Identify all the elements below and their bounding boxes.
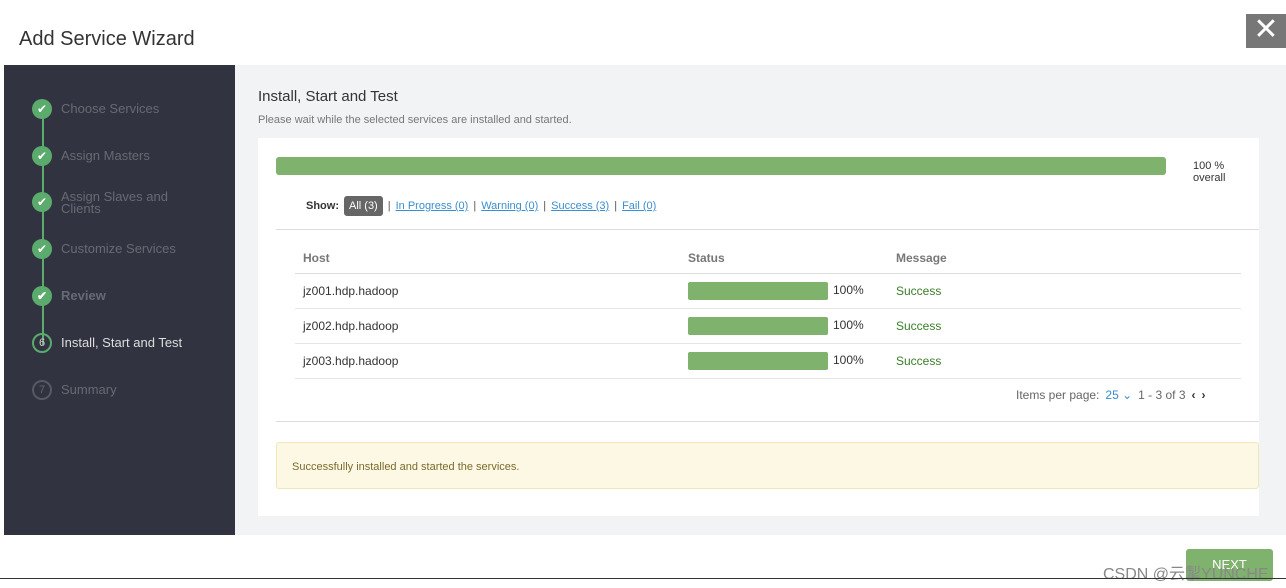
host-message[interactable]: Success xyxy=(888,308,1241,344)
prev-page-icon[interactable]: ‹ xyxy=(1192,388,1196,402)
filter-all[interactable]: All (3) xyxy=(344,196,383,216)
success-alert: Successfully installed and started the s… xyxy=(276,442,1259,489)
step-label: Install, Start and Test xyxy=(61,335,183,350)
step-number: 7 xyxy=(32,380,52,400)
step-choose-services[interactable]: ✔ Choose Services xyxy=(32,99,159,119)
divider xyxy=(276,229,1259,230)
page-title: Install, Start and Test xyxy=(258,88,398,105)
step-review[interactable]: ✔ Review xyxy=(32,286,106,306)
overall-progress-label: 100 % overall xyxy=(1193,160,1226,184)
column-status: Status xyxy=(680,243,888,274)
items-per-page-select[interactable]: 25 ⌄ xyxy=(1105,388,1132,402)
step-label: Choose Services xyxy=(61,101,160,116)
filter-success[interactable]: Success (3) xyxy=(551,200,609,212)
wizard-title: Add Service Wizard xyxy=(19,28,195,50)
check-icon: ✔ xyxy=(32,192,52,212)
step-number: 6 xyxy=(32,333,52,353)
hosts-table: Host Status Message jz001.hdp.hadoop 100% Su… xyxy=(295,243,1241,379)
step-assign-masters[interactable]: ✔ Assign Masters xyxy=(32,146,150,166)
host-progress: 100% xyxy=(833,352,864,367)
host-link[interactable]: jz003.hdp.hadoop xyxy=(295,343,680,379)
items-per-page-label: Items per page: xyxy=(1016,388,1100,402)
watermark: CSDN @云掣YUNCHE xyxy=(1103,566,1269,583)
step-customize-services[interactable]: ✔ Customize Services xyxy=(32,239,176,259)
filter-in-progress[interactable]: In Progress (0) xyxy=(396,200,469,212)
install-card: 100 % overall Show: All (3) | In Progress… xyxy=(258,138,1259,516)
filter-fail[interactable]: Fail (0) xyxy=(622,200,656,212)
pagination: Items per page: 25 ⌄ 1 - 3 of 3 ‹ › xyxy=(1016,388,1206,402)
step-label: Customize Services xyxy=(61,241,176,256)
host-progress-bar xyxy=(688,281,828,300)
column-host: Host xyxy=(295,243,680,274)
host-progress: 100% xyxy=(833,317,864,332)
main-panel: Install, Start and Test Please wait whil… xyxy=(235,65,1286,535)
host-link[interactable]: jz002.hdp.hadoop xyxy=(295,308,680,344)
table-row: jz002.hdp.hadoop 100% Success xyxy=(295,308,1241,344)
filter-warning[interactable]: Warning (0) xyxy=(481,200,538,212)
column-message: Message xyxy=(888,243,1241,274)
step-label: Assign Masters xyxy=(61,148,150,163)
step-summary: 7 Summary xyxy=(32,380,117,400)
next-page-icon[interactable]: › xyxy=(1202,388,1206,402)
host-link[interactable]: jz001.hdp.hadoop xyxy=(295,273,680,309)
step-label: Summary xyxy=(61,382,117,397)
page-subtitle: Please wait while the selected services … xyxy=(258,114,572,126)
step-label: Assign Slaves and Clients xyxy=(61,189,168,216)
step-install-start-test: 6 Install, Start and Test xyxy=(32,333,182,353)
step-assign-slaves[interactable]: ✔ Assign Slaves and Clients xyxy=(32,189,181,216)
host-message[interactable]: Success xyxy=(888,273,1241,309)
host-progress: 100% xyxy=(833,282,864,297)
items-per-page-value: 25 xyxy=(1105,388,1119,402)
host-progress-bar xyxy=(688,316,828,335)
divider xyxy=(276,421,1259,422)
close-button[interactable]: ✕ xyxy=(1246,14,1286,48)
chevron-down-icon: ⌄ xyxy=(1122,388,1133,402)
close-icon: ✕ xyxy=(1253,13,1279,46)
check-icon: ✔ xyxy=(32,146,52,166)
divider xyxy=(0,578,1286,579)
check-icon: ✔ xyxy=(32,286,52,306)
wizard-steps-sidebar: ✔ Choose Services ✔ Assign Masters ✔ Assign… xyxy=(4,65,235,535)
show-label: Show: xyxy=(306,200,339,212)
host-message[interactable]: Success xyxy=(888,343,1241,379)
check-icon: ✔ xyxy=(32,99,52,119)
overall-progress-bar xyxy=(276,157,1166,175)
table-row: jz001.hdp.hadoop 100% Success xyxy=(295,273,1241,309)
step-label: Review xyxy=(61,288,106,303)
check-icon: ✔ xyxy=(32,239,52,259)
host-progress-bar xyxy=(688,351,828,370)
page-range: 1 - 3 of 3 xyxy=(1138,388,1186,402)
filter-bar: Show: All (3) | In Progress (0) | Warning … xyxy=(306,196,656,216)
table-row: jz003.hdp.hadoop 100% Success xyxy=(295,343,1241,379)
